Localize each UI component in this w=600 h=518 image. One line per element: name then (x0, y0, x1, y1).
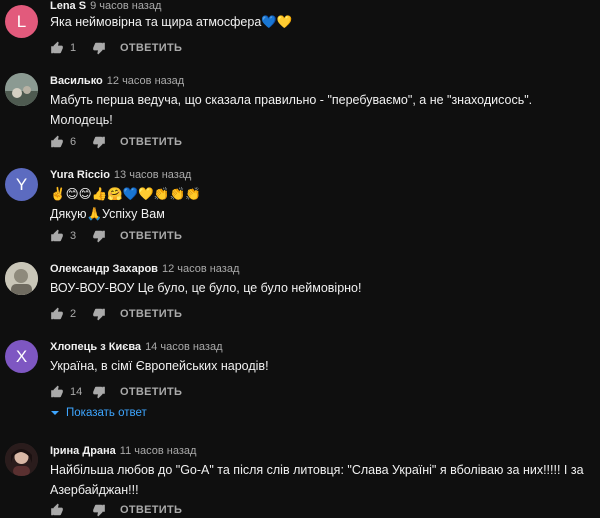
like-count: 3 (70, 230, 77, 242)
like-icon[interactable] (50, 503, 64, 517)
comment-header: Lena S 9 часов назад (50, 0, 161, 12)
reply-button[interactable]: ОТВЕТИТЬ (120, 386, 182, 398)
chevron-down-icon (51, 411, 59, 415)
dislike-icon[interactable] (92, 229, 106, 243)
comment-text: Україна, в сімї Європейських народів! (50, 357, 590, 377)
timestamp[interactable]: 13 часов назад (114, 169, 191, 181)
timestamp[interactable]: 14 часов назад (145, 341, 222, 353)
comment-actions: ОТВЕТИТЬ (50, 502, 182, 518)
comment-text: ✌️😊😊👍🤗💙💛👏👏👏 Дякую🙏Успіху Вам (50, 185, 590, 224)
timestamp[interactable]: 12 часов назад (162, 263, 239, 275)
avatar[interactable] (5, 262, 38, 295)
comment-actions: 14 ОТВЕТИТЬ (50, 384, 182, 400)
author-name[interactable]: Олександр Захаров (50, 263, 158, 275)
avatar[interactable]: L (5, 5, 38, 38)
avatar[interactable]: X (5, 340, 38, 373)
dislike-icon[interactable] (92, 135, 106, 149)
avatar-image (5, 73, 38, 106)
comment-actions: 6 ОТВЕТИТЬ (50, 134, 182, 150)
show-replies-button[interactable]: Показать ответ (50, 407, 147, 419)
comment-line: Дякую🙏Успіху Вам (50, 206, 165, 221)
like-icon[interactable] (50, 135, 64, 149)
comment-line: Мабуть перша ведуча, що сказала правильн… (50, 93, 533, 107)
author-name[interactable]: Василько (50, 75, 103, 87)
comment-text: ВОУ-ВОУ-ВОУ Це було, це було, це було не… (50, 279, 590, 299)
comment-text: Найбільша любов до "Go-A" та після слів … (50, 461, 590, 500)
comment-line: Азербайджан!!! (50, 482, 139, 497)
like-icon[interactable] (50, 307, 64, 321)
reply-button[interactable]: ОТВЕТИТЬ (120, 230, 182, 242)
comment-line: ВОУ-ВОУ-ВОУ Це було, це було, це було не… (50, 281, 362, 295)
avatar[interactable] (5, 443, 38, 476)
like-count: 14 (70, 386, 83, 398)
comment-text: Мабуть перша ведуча, що сказала правильн… (50, 91, 590, 130)
author-name[interactable]: Lena S (50, 0, 86, 12)
timestamp[interactable]: 9 часов назад (90, 0, 161, 12)
like-count: 1 (70, 42, 77, 54)
comment-line: Україна, в сімї Європейських народів! (50, 359, 269, 373)
like-icon[interactable] (50, 229, 64, 243)
comment-header: Хлопець з Києва 14 часов назад (50, 341, 223, 353)
author-name[interactable]: Хлопець з Києва (50, 341, 141, 353)
comment-header: Василько 12 часов назад (50, 75, 184, 87)
comment-actions: 3 ОТВЕТИТЬ (50, 228, 182, 244)
avatar[interactable] (5, 73, 38, 106)
reply-button[interactable]: ОТВЕТИТЬ (120, 42, 182, 54)
comment-header: Ірина Драна 11 часов назад (50, 445, 196, 457)
show-replies-label: Показать ответ (66, 407, 147, 419)
comment-actions: 2 ОТВЕТИТЬ (50, 306, 182, 322)
like-count: 6 (70, 136, 77, 148)
dislike-icon[interactable] (92, 385, 106, 399)
like-icon[interactable] (50, 385, 64, 399)
avatar[interactable]: Y (5, 168, 38, 201)
avatar-letter: Y (15, 174, 28, 194)
timestamp[interactable]: 12 часов назад (107, 75, 184, 87)
comment-actions: 1 ОТВЕТИТЬ (50, 40, 182, 56)
dislike-icon[interactable] (92, 503, 106, 517)
like-icon[interactable] (50, 41, 64, 55)
author-name[interactable]: Ірина Драна (50, 445, 116, 457)
like-count: 2 (70, 308, 77, 320)
comment-line: Найбільша любов до "Go-A" та після слів … (50, 463, 584, 477)
reply-button[interactable]: ОТВЕТИТЬ (120, 504, 182, 516)
comment-line: Яка неймовірна та щира атмосфера💙💛 (50, 15, 293, 29)
comment-line: Молодець! (50, 112, 113, 127)
dislike-icon[interactable] (92, 307, 106, 321)
dislike-icon[interactable] (92, 41, 106, 55)
comment-line: ✌️😊😊👍🤗💙💛👏👏👏 (50, 187, 201, 201)
avatar-image (5, 262, 38, 295)
avatar-image (5, 443, 38, 476)
comment-text: Яка неймовірна та щира атмосфера💙💛 (50, 13, 590, 33)
reply-button[interactable]: ОТВЕТИТЬ (120, 308, 182, 320)
comment-header: Олександр Захаров 12 часов назад (50, 263, 239, 275)
author-name[interactable]: Yura Riccio (50, 169, 110, 181)
avatar-letter: L (16, 11, 27, 31)
timestamp[interactable]: 11 часов назад (120, 445, 197, 457)
avatar-letter: X (15, 346, 28, 366)
reply-button[interactable]: ОТВЕТИТЬ (120, 136, 182, 148)
comment-header: Yura Riccio 13 часов назад (50, 169, 191, 181)
